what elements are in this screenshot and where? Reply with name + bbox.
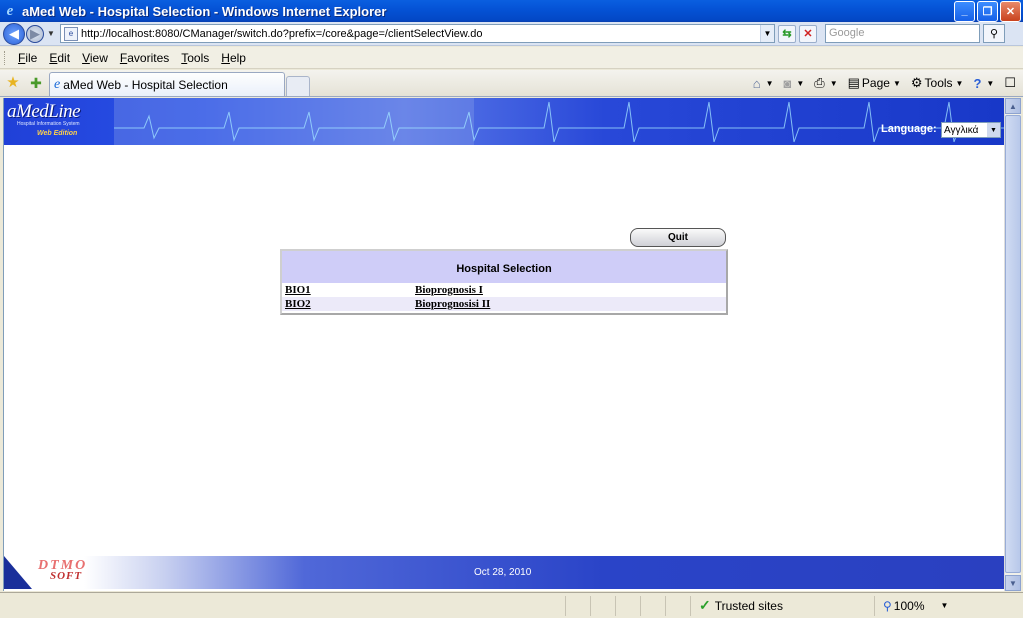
table-row: BIO2 Bioprognosisi II [282,297,726,311]
close-button[interactable]: ✕ [1000,0,1021,22]
tab-page-icon: e [54,76,61,92]
feeds-button[interactable]: ◙ ▼ [784,76,805,91]
ie-logo-icon: e [6,2,14,19]
menu-favorites[interactable]: Favorites [114,51,175,65]
search-input[interactable]: Google [825,24,980,43]
gear-icon: ⚙ [910,75,923,90]
favorites-star-icon[interactable]: ★ [4,74,22,92]
tab-label: aMed Web - Hospital Selection [63,77,228,92]
history-dropdown-icon[interactable]: ▼ [46,29,56,38]
research-button[interactable]: ☐ [1004,75,1018,91]
footer-corner [4,556,32,589]
minimize-button[interactable]: _ [954,0,975,22]
vertical-scrollbar[interactable]: ▲ ▼ [1004,98,1021,591]
toolbar-grip [4,50,7,65]
research-icon: ☐ [1004,75,1016,90]
chevron-down-icon: ▼ [940,601,949,610]
address-dropdown-icon[interactable]: ▼ [760,25,774,42]
feed-icon: ◙ [783,75,792,91]
menu-tools[interactable]: Tools [175,51,215,65]
table-row: BIO1 Bioprognosis I [282,283,726,297]
address-bar[interactable]: e http://localhost:8080/CManager/switch.… [60,24,775,43]
menu-file[interactable]: File [12,51,43,65]
print-icon: ⎙ [814,75,825,90]
forward-button[interactable]: ▶ [26,24,44,43]
menu-bar: File Edit View Favorites Tools Help [0,47,1023,69]
security-zone[interactable]: ✓ Trusted sites [690,595,840,616]
menu-view[interactable]: View [76,51,114,65]
status-panels [565,595,690,616]
language-value: Αγγλικά [944,124,979,136]
zoom-control[interactable]: ⚲ 100% ▼ [874,595,959,616]
hospital-name-link[interactable]: Bioprognosisi II [415,298,490,310]
table-title: Hospital Selection [282,251,726,283]
tab-active[interactable]: e aMed Web - Hospital Selection [49,72,285,96]
restore-button[interactable]: ❐ [977,0,998,22]
hospital-name-link[interactable]: Bioprognosis I [415,284,483,296]
back-button[interactable]: ◀ [3,22,25,45]
print-button[interactable]: ⎙ ▼ [814,75,837,91]
home-button[interactable]: ⌂ ▼ [753,76,774,91]
hospital-code-link[interactable]: BIO2 [282,298,415,310]
page-icon: ▤ [847,75,860,90]
menu-help[interactable]: Help [215,51,252,65]
status-bar: ✓ Trusted sites ⚲ 100% ▼ [0,592,1023,618]
new-tab-button[interactable] [286,76,310,96]
amedline-logo: aMedLine Hospital Information System Web… [7,101,81,137]
magnifier-icon: ⚲ [883,598,892,613]
window-title-bar: e aMed Web - Hospital Selection - Window… [0,0,1023,22]
zone-label: Trusted sites [714,598,783,613]
address-toolbar: ◀ ▶ ▼ e http://localhost:8080/CManager/s… [0,22,1023,46]
scroll-thumb[interactable] [1005,115,1021,573]
ecg-pattern [114,98,1005,145]
footer-date: Oct 28, 2010 [474,567,532,578]
language-label: Language: [881,123,937,135]
checkmark-icon: ✓ [699,597,711,613]
footer-banner: DTMO SOFT Oct 28, 2010 [4,556,1005,589]
zoom-level: 100% [893,598,925,613]
stop-button[interactable]: ✕ [799,24,817,43]
tools-menu-button[interactable]: ⚙ Tools ▼ [911,75,964,91]
quit-button[interactable]: Quit [630,228,726,247]
help-button[interactable]: ? ▼ [973,76,994,91]
command-bar: ⌂ ▼ ◙ ▼ ⎙ ▼ ▤ Page ▼ ⚙ Tools ▼ ? ▼ ☐ [748,70,1023,96]
scroll-down-button[interactable]: ▼ [1005,575,1021,591]
hospital-code-link[interactable]: BIO1 [282,284,415,296]
chevron-down-icon: ▼ [987,123,1000,137]
home-icon: ⌂ [752,75,761,91]
help-icon: ? [973,75,982,91]
add-favorite-icon[interactable]: ✚ [27,74,45,92]
tab-bar: ★ ✚ e aMed Web - Hospital Selection ⌂ ▼ ◙… [0,70,1023,97]
web-content: aMedLine Hospital Information System Web… [3,98,1005,591]
window-title: aMed Web - Hospital Selection - Windows … [22,3,387,19]
header-banner: aMedLine Hospital Information System Web… [4,98,1005,145]
page-icon: e [64,26,78,41]
hospital-selection-table: Hospital Selection BIO1 Bioprognosis I B… [280,249,728,315]
dtmo-soft-logo: DTMO SOFT [38,558,88,582]
scroll-up-button[interactable]: ▲ [1005,98,1021,114]
address-url[interactable]: http://localhost:8080/CManager/switch.do… [81,28,760,40]
language-select[interactable]: Αγγλικά ▼ [941,122,1001,138]
search-icon[interactable]: ⚲ [983,24,1005,43]
page-menu-button[interactable]: ▤ Page ▼ [848,75,901,91]
refresh-button[interactable]: ⇆ [778,24,796,43]
menu-edit[interactable]: Edit [43,51,76,65]
